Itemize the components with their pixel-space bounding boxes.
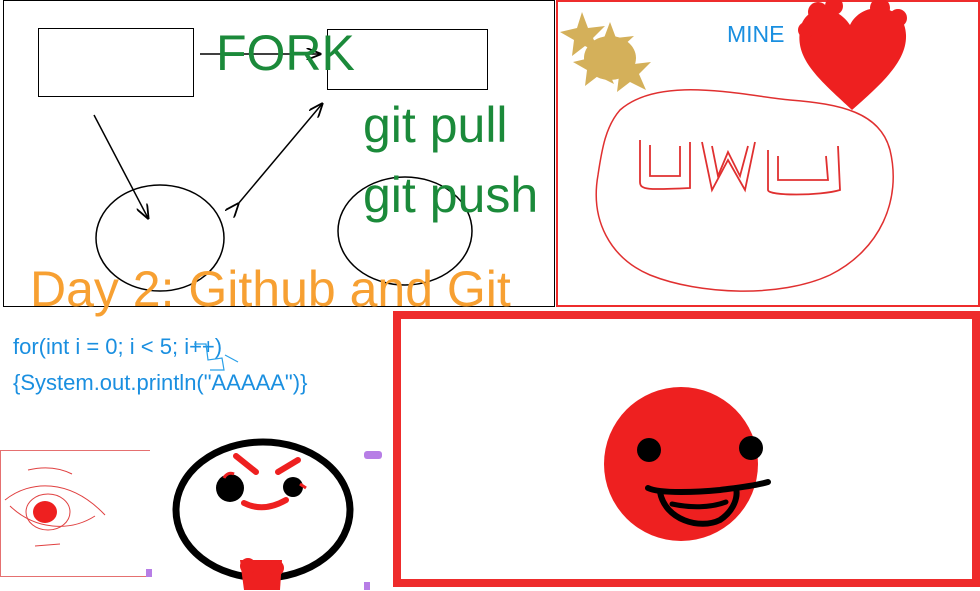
angry-face-drawing	[172, 438, 354, 590]
angry-face-icon	[172, 438, 354, 590]
